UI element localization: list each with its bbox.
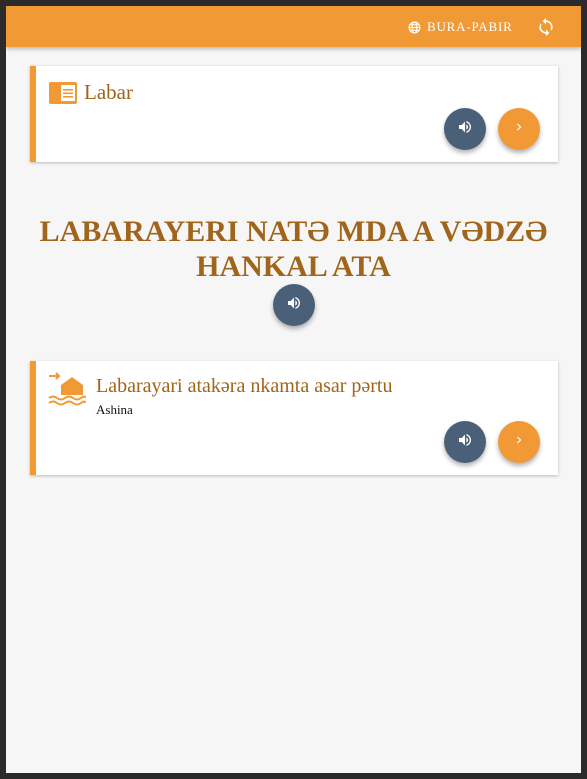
play-audio-button[interactable] — [444, 421, 486, 463]
sync-button[interactable] — [536, 17, 556, 37]
volume-icon — [286, 295, 302, 316]
open-card-button[interactable] — [498, 421, 540, 463]
sync-icon — [536, 17, 556, 41]
play-heading-audio-button[interactable] — [273, 284, 315, 326]
chevron-right-icon — [512, 120, 526, 139]
heading-line-1: LABARAYERI NATƏ MDA A VƏDZƏ — [39, 215, 548, 248]
flood-alert-card[interactable]: Labarayari atakəra nkamta asar pərtu Ash… — [30, 361, 558, 475]
news-icon — [49, 82, 77, 104]
card-subtitle: Ashina — [96, 402, 133, 417]
top-app-bar: BURA-PABIR — [6, 6, 581, 47]
card-title: Labarayari atakəra nkamta asar pərtu — [96, 375, 393, 397]
heading-line-2: HANKAL ATA — [196, 250, 391, 283]
section-heading: LABARAYERI NATƏ MDA A VƏDZƏ HANKAL ATA — [6, 214, 581, 284]
volume-icon — [457, 119, 473, 140]
play-audio-button[interactable] — [444, 108, 486, 150]
open-card-button[interactable] — [498, 108, 540, 150]
app-screen: BURA-PABIR Labar LABARAYERI NATƏ MDA A V… — [6, 6, 581, 773]
flood-house-icon — [48, 371, 86, 409]
globe-icon — [408, 21, 421, 34]
news-card[interactable]: Labar — [30, 66, 558, 162]
volume-icon — [457, 432, 473, 453]
card-title: Labar — [84, 80, 133, 104]
language-selector-button[interactable]: BURA-PABIR — [408, 18, 513, 36]
language-label: BURA-PABIR — [427, 19, 513, 34]
chevron-right-icon — [512, 433, 526, 452]
